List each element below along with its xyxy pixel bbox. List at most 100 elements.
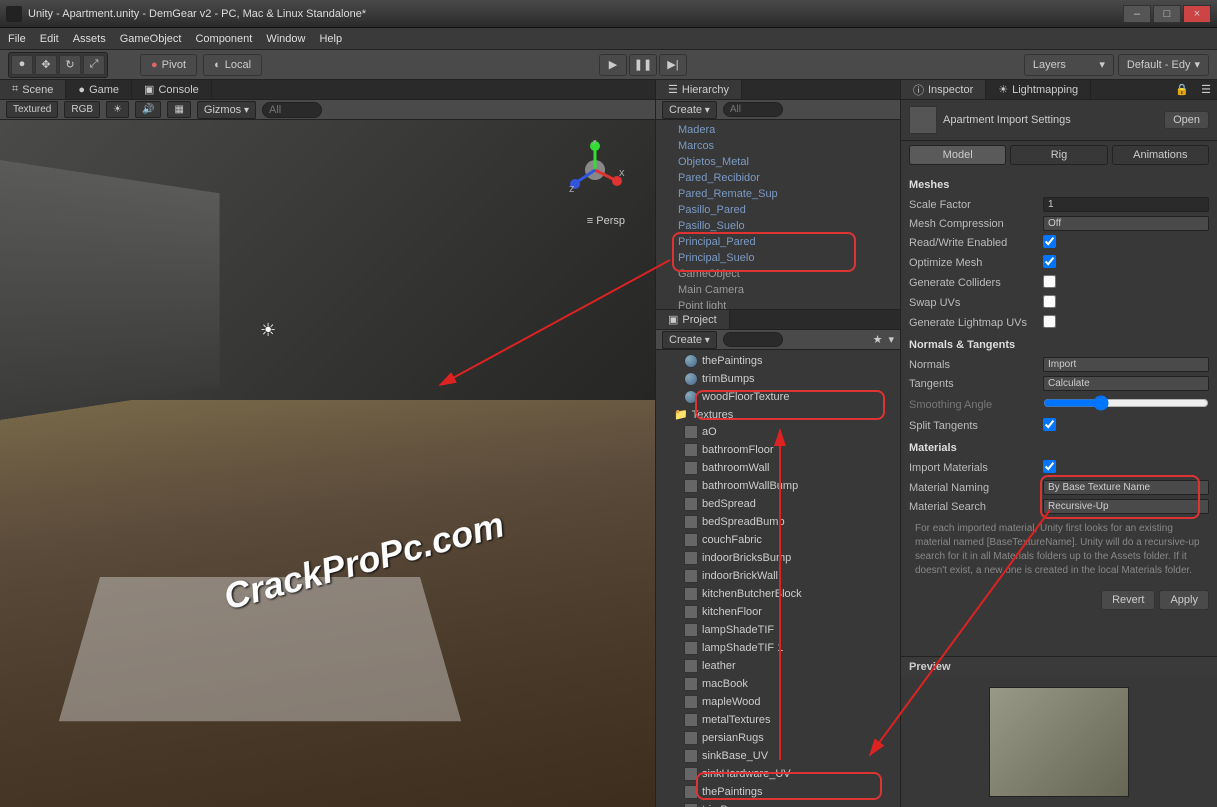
project-folder[interactable]: 📁Textures [656, 406, 900, 423]
import-materials-checkbox[interactable] [1043, 460, 1056, 473]
project-item[interactable]: kitchenButcherBlock [656, 585, 900, 603]
close-button[interactable]: × [1183, 5, 1211, 23]
project-item[interactable]: bathroomWallBump [656, 477, 900, 495]
hierarchy-create-dropdown[interactable]: Create ▾ [662, 101, 717, 119]
step-button[interactable]: ▶| [659, 54, 687, 76]
hand-tool[interactable] [11, 55, 33, 75]
project-item[interactable]: thePaintings [656, 352, 900, 370]
lightmap-uvs-checkbox[interactable] [1043, 315, 1056, 328]
favorites-icon[interactable]: ★ [873, 333, 883, 346]
scale-tool[interactable]: ⤢ [83, 55, 105, 75]
preview-header[interactable]: Preview [901, 657, 1217, 677]
split-tangents-checkbox[interactable] [1043, 418, 1056, 431]
hierarchy-item[interactable]: Point light [656, 298, 900, 309]
hierarchy-item[interactable]: Objetos_Metal [656, 154, 900, 170]
revert-button[interactable]: Revert [1101, 590, 1155, 610]
tab-inspector[interactable]: ⓘInspector [901, 80, 986, 99]
swap-uvs-checkbox[interactable] [1043, 295, 1056, 308]
project-item[interactable]: bathroomWall [656, 459, 900, 477]
project-item[interactable]: woodFloorTexture [656, 388, 900, 406]
menu-file[interactable]: File [8, 33, 26, 45]
project-item[interactable]: persianRugs [656, 729, 900, 747]
material-naming-dropdown[interactable]: By Base Texture Name [1043, 480, 1209, 495]
hierarchy-search[interactable] [723, 102, 783, 117]
project-create-dropdown[interactable]: Create ▾ [662, 331, 717, 349]
project-item[interactable]: couchFabric [656, 531, 900, 549]
model-tab[interactable]: Model [909, 145, 1006, 165]
hierarchy-item[interactable]: Main Camera [656, 282, 900, 298]
menu-component[interactable]: Component [195, 33, 252, 45]
hierarchy-list[interactable]: MaderaMarcosObjetos_MetalPared_Recibidor… [656, 120, 900, 309]
project-item[interactable]: metalTextures [656, 711, 900, 729]
hierarchy-item[interactable]: Pared_Recibidor [656, 170, 900, 186]
lock-icon[interactable]: 🔒 [1169, 80, 1195, 99]
project-item[interactable]: sinkBase_UV [656, 747, 900, 765]
light-toggle[interactable]: ☀ [106, 101, 129, 118]
material-search-dropdown[interactable]: Recursive-Up [1043, 499, 1209, 514]
project-menu-icon[interactable]: ▾ [888, 333, 894, 346]
hierarchy-item[interactable]: Principal_Suelo [656, 250, 900, 266]
project-item[interactable]: indoorBrickWall [656, 567, 900, 585]
orientation-gizmo[interactable]: yxz [565, 140, 625, 200]
tab-game[interactable]: ●Game [66, 80, 132, 99]
menu-assets[interactable]: Assets [73, 33, 106, 45]
hierarchy-item[interactable]: GameObject [656, 266, 900, 282]
project-item[interactable]: bedSpreadBump [656, 513, 900, 531]
project-item[interactable]: thePaintings [656, 783, 900, 801]
hierarchy-item[interactable]: Madera [656, 122, 900, 138]
rig-tab[interactable]: Rig [1010, 145, 1107, 165]
menu-help[interactable]: Help [319, 33, 342, 45]
audio-toggle[interactable]: 🔊 [135, 101, 161, 118]
scale-factor-input[interactable] [1043, 197, 1209, 212]
project-item[interactable]: sinkHardware_UV [656, 765, 900, 783]
rgb-dropdown[interactable]: RGB [64, 101, 100, 118]
project-item[interactable]: bedSpread [656, 495, 900, 513]
hierarchy-item[interactable]: Principal_Pared [656, 234, 900, 250]
project-item[interactable]: lampShadeTIF 1 [656, 639, 900, 657]
pivot-toggle[interactable]: ●Pivot [140, 54, 197, 76]
local-toggle[interactable]: ◐Local [203, 54, 262, 76]
menu-window[interactable]: Window [266, 33, 305, 45]
project-item[interactable]: kitchenFloor [656, 603, 900, 621]
project-item[interactable]: bathroomFloor [656, 441, 900, 459]
fx-toggle[interactable]: ▦ [167, 101, 190, 118]
colliders-checkbox[interactable] [1043, 275, 1056, 288]
projection-label[interactable]: ≡ Persp [587, 215, 625, 227]
tab-hierarchy[interactable]: ☰Hierarchy [656, 80, 742, 99]
normals-dropdown[interactable]: Import [1043, 357, 1209, 372]
project-item[interactable]: trimBumps [656, 370, 900, 388]
read-write-checkbox[interactable] [1043, 235, 1056, 248]
mesh-compression-dropdown[interactable]: Off [1043, 216, 1209, 231]
menu-edit[interactable]: Edit [40, 33, 59, 45]
layers-dropdown[interactable]: Layers▾ [1024, 54, 1114, 76]
optimize-checkbox[interactable] [1043, 255, 1056, 268]
project-search[interactable] [723, 332, 783, 347]
layout-dropdown[interactable]: Default - Edy▾ [1118, 54, 1209, 76]
scene-search[interactable] [262, 102, 322, 118]
project-item[interactable]: indoorBricksBump [656, 549, 900, 567]
maximize-button[interactable]: □ [1153, 5, 1181, 23]
scene-viewport[interactable]: ☀ CrackProPc.com yxz ≡ Persp [0, 120, 655, 807]
apply-button[interactable]: Apply [1159, 590, 1209, 610]
preview-viewport[interactable] [901, 677, 1217, 807]
menu-gameobject[interactable]: GameObject [120, 33, 182, 45]
open-button[interactable]: Open [1164, 111, 1209, 129]
project-item[interactable]: aO [656, 423, 900, 441]
move-tool[interactable]: ✥ [35, 55, 57, 75]
minimize-button[interactable]: – [1123, 5, 1151, 23]
hierarchy-item[interactable]: Pasillo_Pared [656, 202, 900, 218]
animations-tab[interactable]: Animations [1112, 145, 1209, 165]
pause-button[interactable]: ❚❚ [629, 54, 657, 76]
project-item[interactable]: leather [656, 657, 900, 675]
tab-lightmapping[interactable]: ☀Lightmapping [986, 80, 1091, 99]
inspector-menu-icon[interactable]: ☰ [1195, 80, 1217, 99]
project-list[interactable]: thePaintingstrimBumpswoodFloorTexture📁Te… [656, 350, 900, 807]
project-item[interactable]: trimBumps [656, 801, 900, 807]
shading-dropdown[interactable]: Textured [6, 101, 58, 118]
project-item[interactable]: mapleWood [656, 693, 900, 711]
play-button[interactable]: ▶ [599, 54, 627, 76]
rotate-tool[interactable]: ↻ [59, 55, 81, 75]
gizmos-dropdown[interactable]: Gizmos ▾ [197, 101, 256, 119]
tab-scene[interactable]: ⌗Scene [0, 80, 66, 99]
smoothing-slider[interactable] [1043, 395, 1209, 411]
